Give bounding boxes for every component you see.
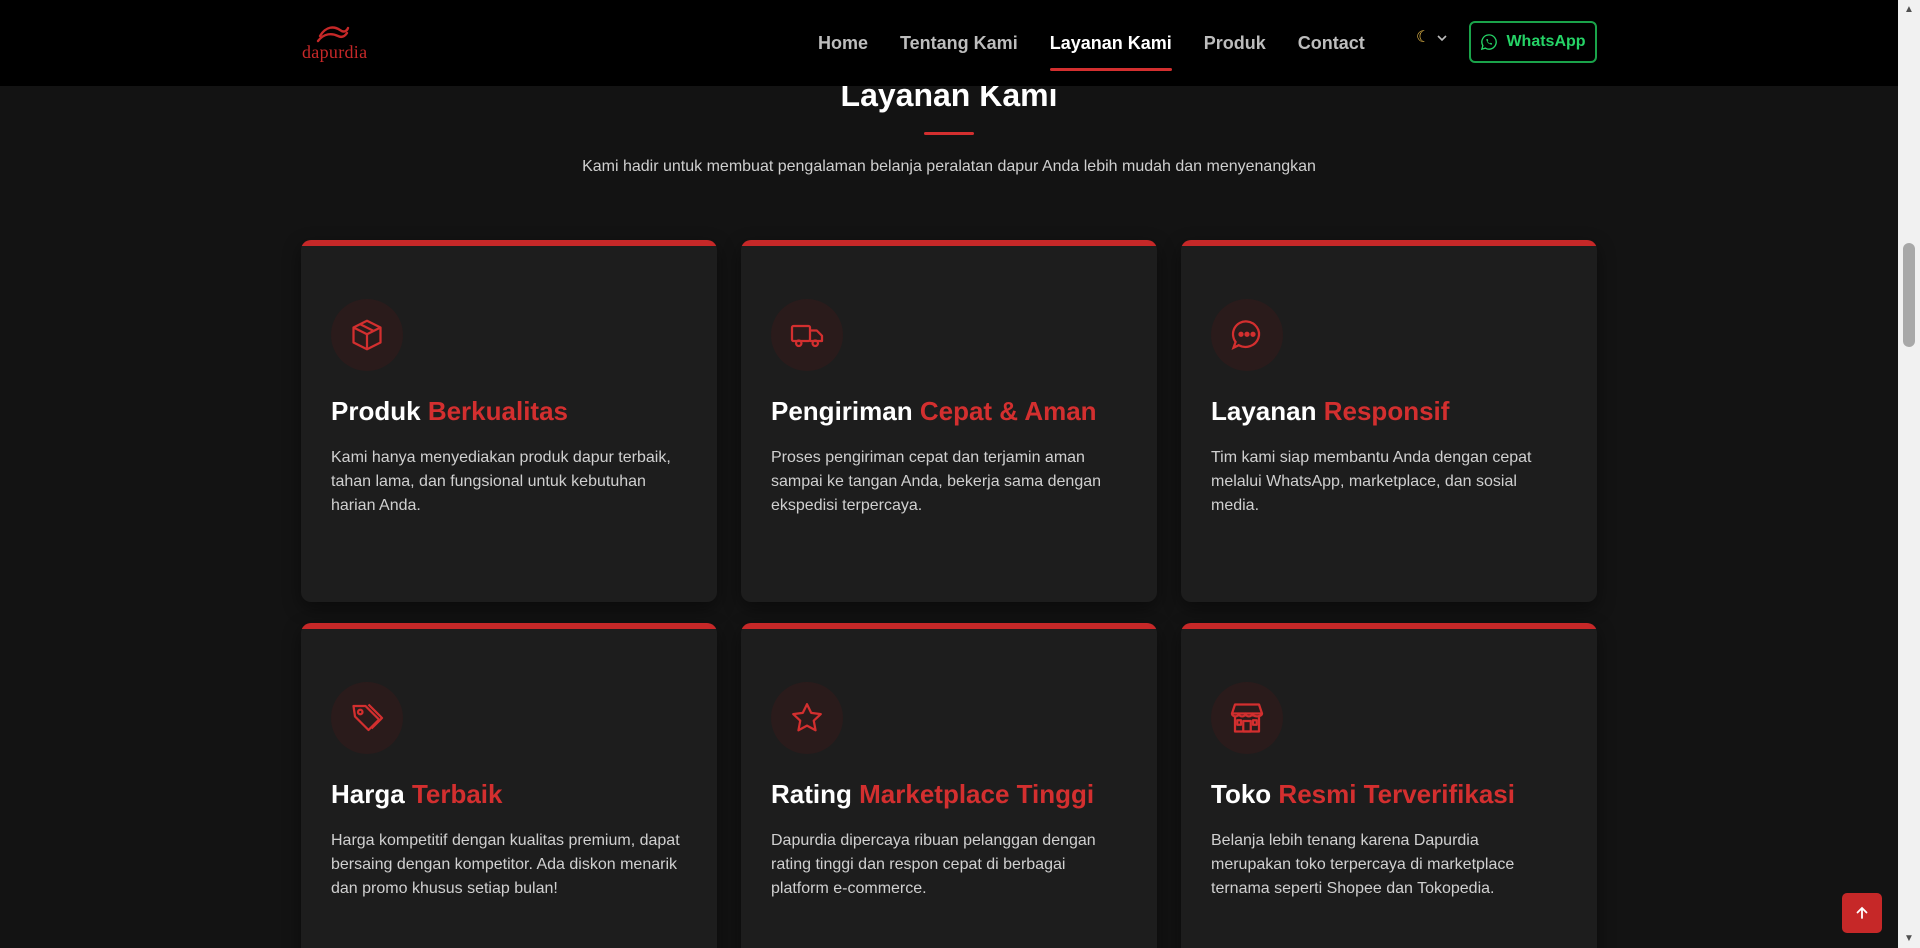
card-title: Layanan Responsif: [1211, 396, 1449, 427]
nav-link-produk[interactable]: Produk: [1204, 0, 1266, 86]
section-subtitle: Kami hadir untuk membuat pengalaman bela…: [582, 158, 1316, 175]
card-description: Proses pengiriman cepat dan terjamin ama…: [771, 449, 1102, 514]
card-title-accent: Resmi Terverifikasi: [1278, 779, 1515, 809]
service-card-harga: Harga Terbaik Harga kompetitif dengan ku…: [301, 623, 717, 948]
scroll-up-arrow-icon[interactable]: ▲: [1898, 4, 1920, 15]
card-title-main: Rating: [771, 779, 852, 809]
card-title: Rating Marketplace Tinggi: [771, 779, 1094, 810]
nav-link-layanan-kami[interactable]: Layanan Kami: [1049, 0, 1172, 86]
scrollbar[interactable]: ▲ ▼: [1898, 0, 1920, 948]
card-description: Tim kami siap membantu Anda dengan cepat…: [1211, 449, 1532, 514]
card-title-main: Layanan: [1211, 396, 1317, 426]
card-description: Dapurdia dipercaya ribuan pelanggan deng…: [771, 832, 1096, 897]
card-title-accent: Terbaik: [411, 779, 503, 809]
service-card-rating: Rating Marketplace Tinggi Dapurdia diper…: [741, 623, 1157, 948]
card-description: Belanja lebih tenang karena Dapurdia mer…: [1211, 832, 1515, 897]
theme-toggle[interactable]: ☾: [1416, 30, 1448, 46]
card-title: Pengiriman Cepat & Aman: [771, 396, 1097, 427]
nav-link-contact[interactable]: Contact: [1298, 0, 1365, 86]
card-title-accent: Cepat & Aman: [919, 396, 1097, 426]
card-title-main: Harga: [331, 779, 405, 809]
whatsapp-icon: [1481, 34, 1498, 51]
chevron-down-icon: [1437, 35, 1447, 42]
tags-icon: [331, 682, 403, 754]
service-card-layanan: Layanan Responsif Tim kami siap membantu…: [1181, 240, 1597, 602]
card-title-main: Produk: [331, 396, 421, 426]
service-card-produk: Produk Berkualitas Kami hanya menyediaka…: [301, 240, 717, 602]
whatsapp-button[interactable]: WhatsApp: [1469, 21, 1597, 63]
scrollbar-thumb[interactable]: [1903, 243, 1915, 347]
nav-link-home[interactable]: Home: [818, 0, 868, 86]
moon-icon: ☾: [1416, 29, 1431, 46]
logo[interactable]: dapurdia: [300, 24, 372, 64]
service-card-toko: Toko Resmi Terverifikasi Belanja lebih t…: [1181, 623, 1597, 948]
nav-link-tentang-kami[interactable]: Tentang Kami: [900, 0, 1018, 86]
arrow-up-icon: [1856, 906, 1868, 919]
star-icon: [771, 682, 843, 754]
whatsapp-label: WhatsApp: [1506, 33, 1586, 50]
card-description: Kami hanya menyediakan produk dapur terb…: [331, 449, 671, 514]
card-title: Toko Resmi Terverifikasi: [1211, 779, 1515, 810]
back-to-top-button[interactable]: [1842, 893, 1882, 933]
card-title-main: Pengiriman: [771, 396, 913, 426]
title-divider: [924, 132, 974, 135]
logo-mark-icon: [316, 26, 350, 43]
card-title-accent: Responsif: [1323, 396, 1450, 426]
card-title: Produk Berkualitas: [331, 396, 568, 427]
nav-links: Home Tentang Kami Layanan Kami Produk Co…: [818, 0, 1397, 86]
card-description: Harga kompetitif dengan kualitas premium…: [331, 832, 680, 897]
logo-text: dapurdia: [302, 42, 368, 62]
scroll-down-arrow-icon[interactable]: ▼: [1898, 933, 1920, 944]
truck-icon: [771, 299, 843, 371]
card-title-accent: Marketplace Tinggi: [859, 779, 1095, 809]
card-title-accent: Berkualitas: [427, 396, 568, 426]
store-icon: [1211, 682, 1283, 754]
chat-icon: [1211, 299, 1283, 371]
navbar: dapurdia Home Tentang Kami Layanan Kami …: [0, 0, 1898, 86]
service-card-pengiriman: Pengiriman Cepat & Aman Proses pengirima…: [741, 240, 1157, 602]
box-icon: [331, 299, 403, 371]
card-title: Harga Terbaik: [331, 779, 503, 810]
card-title-main: Toko: [1211, 779, 1272, 809]
